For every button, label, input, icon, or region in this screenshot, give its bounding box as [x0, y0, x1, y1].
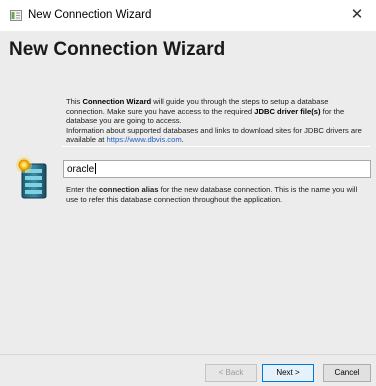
text-caret — [95, 163, 97, 174]
help-alias-term: connection alias — [98, 185, 159, 194]
intro-wizard-term: Connection Wizard — [82, 97, 152, 106]
close-icon[interactable]: ✕ — [344, 4, 370, 26]
back-button[interactable]: < Back — [205, 364, 257, 382]
intro-text-part: . — [181, 135, 184, 145]
alias-help-text: Enter the connection alias for the new d… — [66, 185, 370, 204]
button-bar: < Back Next > Cancel — [0, 354, 376, 386]
alias-value: oracle — [67, 164, 95, 175]
connection-alias-input[interactable]: oracle — [63, 160, 371, 178]
wizard-content: This Connection Wizard will guide you th… — [0, 82, 376, 354]
database-icon — [16, 157, 47, 199]
help-text-part: Enter the — [66, 185, 99, 194]
next-button[interactable]: Next > — [262, 364, 314, 382]
dbvis-link[interactable]: https://www.dbvis.com — [107, 135, 182, 144]
separator — [62, 146, 370, 147]
intro-text-part: This — [66, 97, 83, 106]
cancel-button[interactable]: Cancel — [323, 364, 371, 382]
intro-jdbc-term: JDBC driver file(s) — [254, 106, 321, 116]
page-title: New Connection Wizard — [9, 39, 226, 60]
title-bar: New Connection Wizard ✕ — [0, 0, 376, 31]
wizard-icon — [10, 10, 22, 21]
wizard-header: New Connection Wizard — [0, 31, 376, 82]
window-title: New Connection Wizard — [28, 9, 152, 21]
intro-text: This Connection Wizard will guide you th… — [66, 97, 368, 145]
